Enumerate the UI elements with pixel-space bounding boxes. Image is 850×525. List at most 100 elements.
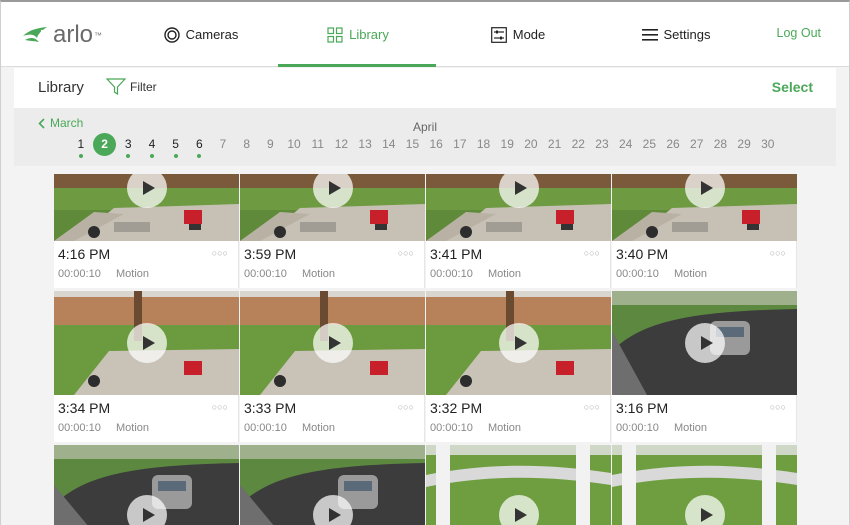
- recording-thumbnail[interactable]: [240, 174, 425, 241]
- day-15[interactable]: 15: [401, 136, 425, 158]
- day-8[interactable]: 8: [235, 136, 259, 158]
- recording-thumbnail[interactable]: [240, 291, 425, 395]
- recording-thumbnail[interactable]: [612, 291, 797, 395]
- day-22[interactable]: 22: [566, 136, 590, 158]
- recording-thumbnail[interactable]: [612, 174, 797, 241]
- nav-library[interactable]: Library: [298, 2, 418, 67]
- more-options-icon[interactable]: ○○○: [212, 402, 228, 412]
- nav-cameras[interactable]: Cameras: [141, 2, 261, 67]
- day-2[interactable]: 2: [93, 133, 117, 158]
- recording-thumbnail[interactable]: [426, 445, 611, 525]
- day-26[interactable]: 26: [661, 136, 685, 158]
- recording-duration: 00:00:10: [244, 422, 287, 434]
- arlo-logo[interactable]: arlo ™: [21, 20, 102, 50]
- more-options-icon[interactable]: ○○○: [584, 248, 600, 258]
- recording-meta: 3:32 PM ○○○ 00:00:10 Motion: [426, 395, 610, 442]
- recording-meta: 4:16 PM ○○○ 00:00:10 Motion: [54, 241, 238, 288]
- day-10[interactable]: 10: [282, 136, 306, 158]
- recording-card[interactable]: 3:41 PM ○○○ 00:00:10 Motion: [426, 174, 611, 288]
- day-11[interactable]: 11: [306, 136, 330, 158]
- recording-thumbnail[interactable]: [612, 445, 797, 525]
- recording-card[interactable]: 3:34 PM ○○○ 00:00:10 Motion: [54, 291, 239, 442]
- play-icon[interactable]: [498, 495, 539, 525]
- recording-card[interactable]: [612, 445, 797, 525]
- day-27[interactable]: 27: [685, 136, 709, 158]
- previous-month-label: March: [50, 116, 84, 130]
- filter-button[interactable]: Filter: [106, 78, 157, 96]
- day-20[interactable]: 20: [519, 136, 543, 158]
- recording-card[interactable]: 3:40 PM ○○○ 00:00:10 Motion: [612, 174, 797, 288]
- day-9[interactable]: 9: [259, 136, 283, 158]
- recording-time: 3:16 PM: [616, 400, 669, 416]
- day-18[interactable]: 18: [472, 136, 496, 158]
- sliders-icon: [490, 26, 507, 43]
- day-4[interactable]: 4: [140, 136, 164, 158]
- day-17[interactable]: 17: [448, 136, 472, 158]
- play-icon[interactable]: [684, 495, 725, 525]
- logout-link[interactable]: Log Out: [777, 26, 821, 40]
- play-icon[interactable]: [498, 323, 539, 363]
- nav-settings[interactable]: Settings: [621, 2, 731, 67]
- library-header: Library Filter Select: [14, 68, 836, 108]
- recording-duration: 00:00:10: [58, 268, 101, 280]
- day-24[interactable]: 24: [614, 136, 638, 158]
- more-options-icon[interactable]: ○○○: [584, 402, 600, 412]
- recording-meta: 3:40 PM ○○○ 00:00:10 Motion: [612, 241, 796, 288]
- recording-card[interactable]: [54, 445, 239, 525]
- day-23[interactable]: 23: [590, 136, 614, 158]
- recording-thumbnail[interactable]: [54, 291, 239, 395]
- day-12[interactable]: 12: [330, 136, 354, 158]
- recording-card[interactable]: [240, 445, 425, 525]
- recording-card[interactable]: 3:33 PM ○○○ 00:00:10 Motion: [240, 291, 425, 442]
- day-number: 2: [101, 137, 108, 151]
- recording-card[interactable]: 3:16 PM ○○○ 00:00:10 Motion: [612, 291, 797, 442]
- recording-thumbnail[interactable]: [240, 445, 425, 525]
- previous-month-button[interactable]: March: [38, 116, 83, 130]
- play-icon[interactable]: [126, 323, 167, 363]
- hamburger-icon: [641, 28, 658, 41]
- play-icon[interactable]: [312, 323, 353, 363]
- day-29[interactable]: 29: [732, 136, 756, 158]
- recording-thumbnail[interactable]: [426, 174, 611, 241]
- more-options-icon[interactable]: ○○○: [770, 402, 786, 412]
- day-number: 11: [311, 137, 324, 151]
- day-number: 28: [713, 137, 728, 151]
- day-16[interactable]: 16: [424, 136, 448, 158]
- recording-card[interactable]: [426, 445, 611, 525]
- more-options-icon[interactable]: ○○○: [212, 248, 228, 258]
- day-30[interactable]: 30: [756, 136, 780, 158]
- nav-mode[interactable]: Mode: [463, 2, 573, 67]
- recording-card[interactable]: 3:59 PM ○○○ 00:00:10 Motion: [240, 174, 425, 288]
- more-options-icon[interactable]: ○○○: [398, 402, 414, 412]
- day-1[interactable]: 1: [69, 136, 93, 158]
- day-7[interactable]: 7: [211, 136, 235, 158]
- more-options-icon[interactable]: ○○○: [398, 248, 414, 258]
- recording-card[interactable]: 4:16 PM ○○○ 00:00:10 Motion: [54, 174, 239, 288]
- recording-card[interactable]: 3:32 PM ○○○ 00:00:10 Motion: [426, 291, 611, 442]
- day-21[interactable]: 21: [543, 136, 567, 158]
- play-icon[interactable]: [126, 495, 167, 525]
- day-28[interactable]: 28: [709, 136, 733, 158]
- recording-thumbnail[interactable]: [54, 445, 239, 525]
- recording-thumbnail[interactable]: [54, 174, 239, 241]
- day-3[interactable]: 3: [116, 136, 140, 158]
- recording-trigger-type: Motion: [302, 422, 336, 434]
- day-number: 15: [405, 137, 420, 151]
- day-number: 25: [642, 137, 657, 151]
- day-19[interactable]: 19: [495, 136, 519, 158]
- recording-time: 4:16 PM: [58, 246, 111, 262]
- day-25[interactable]: 25: [638, 136, 662, 158]
- play-icon[interactable]: [312, 495, 353, 525]
- play-icon[interactable]: [684, 323, 725, 363]
- select-button[interactable]: Select: [772, 79, 813, 95]
- recording-time: 3:33 PM: [244, 400, 297, 416]
- brand-trademark: ™: [94, 30, 103, 40]
- more-options-icon[interactable]: ○○○: [770, 248, 786, 258]
- day-13[interactable]: 13: [353, 136, 377, 158]
- recording-thumbnail[interactable]: [426, 291, 611, 395]
- day-5[interactable]: 5: [164, 136, 188, 158]
- recording-time: 3:40 PM: [616, 246, 669, 262]
- day-14[interactable]: 14: [377, 136, 401, 158]
- day-6[interactable]: 6: [187, 136, 211, 158]
- nav-settings-label: Settings: [663, 27, 711, 42]
